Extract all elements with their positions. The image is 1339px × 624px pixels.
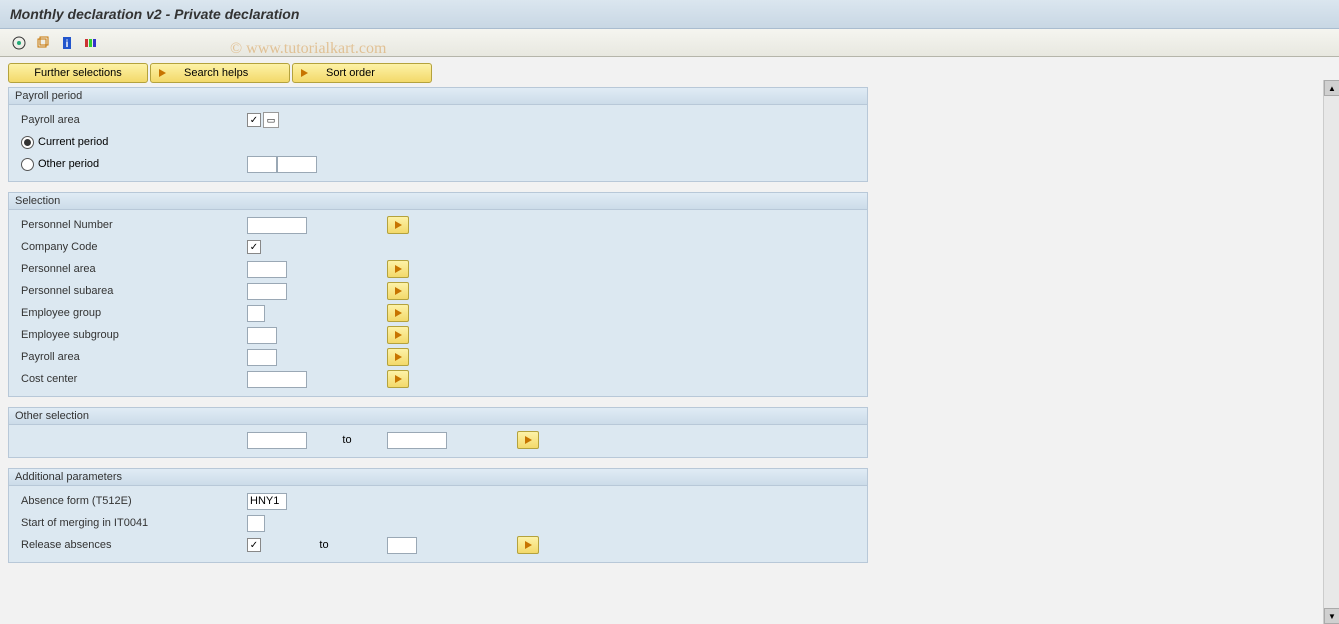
scroll-up-icon[interactable]: ▲ bbox=[1324, 80, 1339, 96]
other-selection-to-label: to bbox=[307, 434, 387, 446]
arrow-icon bbox=[525, 436, 532, 444]
arrow-icon bbox=[395, 265, 402, 273]
personnel-number-multi-button[interactable] bbox=[387, 216, 409, 234]
arrow-icon bbox=[525, 541, 532, 549]
absence-form-field[interactable] bbox=[247, 493, 287, 510]
page-title: Monthly declaration v2 - Private declara… bbox=[0, 0, 1339, 29]
search-helps-button[interactable]: Search helps bbox=[150, 63, 290, 83]
payroll-area-required-icon[interactable]: ✓ bbox=[247, 113, 261, 127]
employee-subgroup-field[interactable] bbox=[247, 327, 277, 344]
payroll-period-group: Payroll period Payroll area ✓ ▭ Current … bbox=[8, 87, 868, 182]
employee-subgroup-label: Employee subgroup bbox=[17, 329, 247, 341]
personnel-number-label: Personnel Number bbox=[17, 219, 247, 231]
cost-center-field[interactable] bbox=[247, 371, 307, 388]
other-selection-title: Other selection bbox=[9, 408, 867, 425]
start-merging-field[interactable] bbox=[247, 515, 265, 532]
absence-form-label: Absence form (T512E) bbox=[17, 495, 247, 507]
payroll-area-label: Payroll area bbox=[17, 114, 247, 126]
payroll-area-sel-field[interactable] bbox=[247, 349, 277, 366]
variant-icon[interactable] bbox=[34, 34, 52, 52]
info-icon[interactable]: i bbox=[58, 34, 76, 52]
arrow-icon bbox=[395, 287, 402, 295]
content-area: Further selections Search helps Sort ord… bbox=[0, 57, 1339, 623]
sort-order-button[interactable]: Sort order bbox=[292, 63, 432, 83]
employee-group-label: Employee group bbox=[17, 307, 247, 319]
personnel-area-multi-button[interactable] bbox=[387, 260, 409, 278]
execute-icon[interactable] bbox=[10, 34, 28, 52]
arrow-icon bbox=[159, 69, 166, 77]
release-absences-checkbox[interactable]: ✓ bbox=[247, 538, 261, 552]
other-period-field-2[interactable] bbox=[277, 156, 317, 173]
selection-group: Selection Personnel Number Company Code … bbox=[8, 192, 868, 397]
arrow-icon bbox=[395, 353, 402, 361]
further-selections-button[interactable]: Further selections bbox=[8, 63, 148, 83]
search-helps-label: Search helps bbox=[184, 67, 248, 79]
personnel-subarea-label: Personnel subarea bbox=[17, 285, 247, 297]
app-toolbar: i bbox=[0, 29, 1339, 57]
selection-title: Selection bbox=[9, 193, 867, 210]
other-selection-multi-button[interactable] bbox=[517, 431, 539, 449]
current-period-label: Current period bbox=[38, 136, 108, 148]
arrow-icon bbox=[301, 69, 308, 77]
arrow-icon bbox=[395, 375, 402, 383]
employee-subgroup-multi-button[interactable] bbox=[387, 326, 409, 344]
company-code-label: Company Code bbox=[17, 241, 247, 253]
release-absences-to-label: to bbox=[261, 539, 387, 551]
current-period-radio[interactable] bbox=[21, 136, 34, 149]
selection-button-row: Further selections Search helps Sort ord… bbox=[8, 63, 868, 83]
payroll-area-sel-label: Payroll area bbox=[17, 351, 247, 363]
personnel-subarea-multi-button[interactable] bbox=[387, 282, 409, 300]
release-absences-label: Release absences bbox=[17, 539, 247, 551]
personnel-number-field[interactable] bbox=[247, 217, 307, 234]
release-absences-to-field[interactable] bbox=[387, 537, 417, 554]
cost-center-multi-button[interactable] bbox=[387, 370, 409, 388]
payroll-area-multi-button[interactable] bbox=[387, 348, 409, 366]
arrow-icon bbox=[395, 331, 402, 339]
other-selection-group: Other selection to bbox=[8, 407, 868, 458]
start-merging-label: Start of merging in IT0041 bbox=[17, 517, 247, 529]
additional-parameters-group: Additional parameters Absence form (T512… bbox=[8, 468, 868, 563]
cost-center-label: Cost center bbox=[17, 373, 247, 385]
payroll-period-title: Payroll period bbox=[9, 88, 867, 105]
sort-order-label: Sort order bbox=[326, 67, 375, 79]
release-absences-multi-button[interactable] bbox=[517, 536, 539, 554]
other-period-label: Other period bbox=[38, 158, 99, 170]
employee-group-multi-button[interactable] bbox=[387, 304, 409, 322]
payroll-area-search-help-icon[interactable]: ▭ bbox=[263, 112, 279, 128]
personnel-area-field[interactable] bbox=[247, 261, 287, 278]
other-period-radio[interactable] bbox=[21, 158, 34, 171]
employee-group-field[interactable] bbox=[247, 305, 265, 322]
company-code-required-icon[interactable]: ✓ bbox=[247, 240, 261, 254]
additional-parameters-title: Additional parameters bbox=[9, 469, 867, 486]
abc-icon[interactable] bbox=[82, 34, 100, 52]
personnel-subarea-field[interactable] bbox=[247, 283, 287, 300]
other-period-field-1[interactable] bbox=[247, 156, 277, 173]
other-selection-from-field[interactable] bbox=[247, 432, 307, 449]
vertical-scrollbar[interactable]: ▲ ▼ bbox=[1323, 80, 1339, 624]
personnel-area-label: Personnel area bbox=[17, 263, 247, 275]
svg-text:i: i bbox=[66, 39, 69, 50]
arrow-icon bbox=[395, 309, 402, 317]
scroll-down-icon[interactable]: ▼ bbox=[1324, 608, 1339, 624]
arrow-icon bbox=[395, 221, 402, 229]
other-selection-to-field[interactable] bbox=[387, 432, 447, 449]
